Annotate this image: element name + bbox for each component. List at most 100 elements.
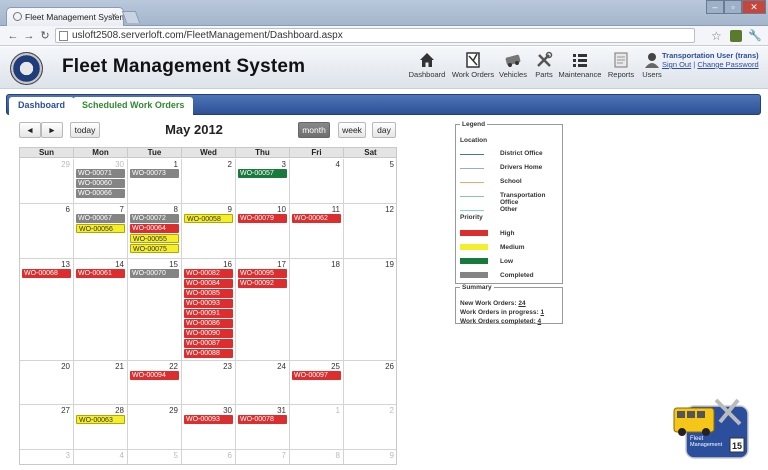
work-order-event[interactable]: WO-00066 [76,189,125,198]
change-password-link[interactable]: Change Password [697,60,758,69]
work-order-event[interactable]: WO-00055 [130,234,179,243]
calendar-day-cell[interactable]: 12 [344,204,396,259]
calendar-day-cell[interactable]: 27 [20,405,74,450]
calendar-day-cell[interactable]: 31 [236,405,290,450]
sign-out-link[interactable]: Sign Out [662,60,691,69]
calendar-day-cell[interactable]: 5 [344,159,396,204]
extension-icon[interactable] [730,30,742,42]
nav-maintenance[interactable]: Maintenance [557,51,603,79]
new-tab-button[interactable] [121,11,141,23]
calendar-day-cell[interactable]: 1 [128,159,182,204]
work-order-event[interactable]: WO-00057 [238,169,287,178]
calendar-day-cell[interactable]: 10 [236,204,290,259]
vehicle-icon [505,54,521,67]
work-order-event[interactable]: WO-00094 [130,371,179,380]
work-order-event[interactable]: WO-00087 [184,339,233,348]
calendar-day-cell[interactable]: 24 [236,361,290,405]
work-order-event[interactable]: WO-00091 [184,309,233,318]
page-tab-bar: Dashboard Scheduled Work Orders [6,94,761,116]
back-icon[interactable]: ← [6,29,20,43]
close-window-button[interactable]: ✕ [742,0,766,14]
work-order-event[interactable]: WO-00067 [76,214,125,223]
legend-location-line [460,168,484,169]
tab-dashboard[interactable]: Dashboard [9,97,75,116]
month-view-button[interactable]: month [298,122,330,138]
calendar-day-cell[interactable]: 29 [128,405,182,450]
next-month-button[interactable]: ► [41,122,63,138]
summary-progress-value[interactable]: 1 [540,309,544,316]
work-order-event[interactable]: WO-00064 [130,224,179,233]
calendar-day-cell[interactable]: 30 [182,405,236,450]
url-input[interactable]: usloft2508.serverloft.com/FleetManagemen… [55,28,695,43]
work-order-event[interactable]: WO-00070 [130,269,179,278]
work-order-event[interactable]: WO-00082 [184,269,233,278]
calendar-day-cell[interactable]: 3 [20,450,74,464]
calendar-day-cell[interactable]: 23 [182,361,236,405]
calendar-day-cell[interactable]: 25 [290,361,344,405]
calendar-day-cell[interactable]: 28 [74,405,128,450]
calendar-day-cell[interactable]: 11 [290,204,344,259]
work-order-event[interactable]: WO-00090 [184,329,233,338]
prev-month-button[interactable]: ◄ [19,122,41,138]
work-order-event[interactable]: WO-00078 [238,415,287,424]
close-tab-icon[interactable]: × [111,11,117,22]
calendar-day-cell[interactable]: 2 [344,405,396,450]
minimize-button[interactable]: – [706,0,724,14]
calendar-day-cell[interactable]: 5 [128,450,182,464]
calendar-day-cell[interactable]: 6 [20,204,74,259]
work-order-event[interactable]: WO-00073 [130,169,179,178]
summary-new-value[interactable]: 24 [518,300,525,307]
calendar-day-cell[interactable]: 4 [74,450,128,464]
calendar-day-cell[interactable]: 3 [236,159,290,204]
bookmark-star-icon[interactable]: ☆ [711,29,722,43]
calendar-day-cell[interactable]: 8 [290,450,344,464]
work-order-event[interactable]: WO-00079 [238,214,287,223]
work-order-event[interactable]: WO-00068 [22,269,71,278]
calendar-day-cell[interactable]: 9 [344,450,396,464]
day-number: 14 [115,260,124,269]
week-view-button[interactable]: week [338,122,366,138]
work-order-event[interactable]: WO-00092 [238,279,287,288]
calendar-day-cell[interactable]: 29 [20,159,74,204]
calendar-day-cell[interactable]: 21 [74,361,128,405]
nav-dashboard[interactable]: Dashboard [404,51,450,79]
work-order-event[interactable]: WO-00086 [184,319,233,328]
calendar-day-cell[interactable]: 26 [344,361,396,405]
summary-progress: Work Orders in progress: 1 [460,309,544,316]
work-order-event[interactable]: WO-00088 [184,349,233,358]
calendar-day-cell[interactable]: 19 [344,259,396,361]
work-order-event[interactable]: WO-00056 [76,224,125,233]
work-order-event[interactable]: WO-00097 [292,371,341,380]
calendar-day-cell[interactable]: 6 [182,450,236,464]
work-order-event[interactable]: WO-00060 [76,179,125,188]
calendar-day-cell[interactable]: 1 [290,405,344,450]
today-button[interactable]: today [70,122,100,138]
calendar-day-cell[interactable]: 18 [290,259,344,361]
calendar-day-cell[interactable]: 7 [236,450,290,464]
maximize-button[interactable]: ▫ [724,0,742,14]
reload-icon[interactable]: ↻ [38,29,52,43]
browser-tab[interactable]: Fleet Management System × [6,7,124,26]
work-order-event[interactable]: WO-00084 [184,279,233,288]
work-order-event[interactable]: WO-00085 [184,289,233,298]
work-order-event[interactable]: WO-00093 [184,299,233,308]
work-order-event[interactable]: WO-00062 [292,214,341,223]
work-order-event[interactable]: WO-00072 [130,214,179,223]
work-order-event[interactable]: WO-00075 [130,244,179,253]
tab-scheduled-work-orders[interactable]: Scheduled Work Orders [73,97,194,116]
calendar-day-cell[interactable]: 22 [128,361,182,405]
calendar-day-cell[interactable]: 20 [20,361,74,405]
calendar-day-cell[interactable]: 9 [182,204,236,259]
wrench-menu-icon[interactable]: 🔧 [748,30,762,42]
work-order-event[interactable]: WO-00071 [76,169,125,178]
calendar-day-cell[interactable]: 2 [182,159,236,204]
work-order-event[interactable]: WO-00063 [76,415,125,424]
work-order-event[interactable]: WO-00093 [184,415,233,424]
calendar-day-cell[interactable]: 4 [290,159,344,204]
forward-icon[interactable]: → [22,29,36,43]
work-order-event[interactable]: WO-00061 [76,269,125,278]
work-order-event[interactable]: WO-00095 [238,269,287,278]
summary-completed-value[interactable]: 4 [538,318,542,325]
day-view-button[interactable]: day [372,122,396,138]
work-order-event[interactable]: WO-00058 [184,214,233,223]
